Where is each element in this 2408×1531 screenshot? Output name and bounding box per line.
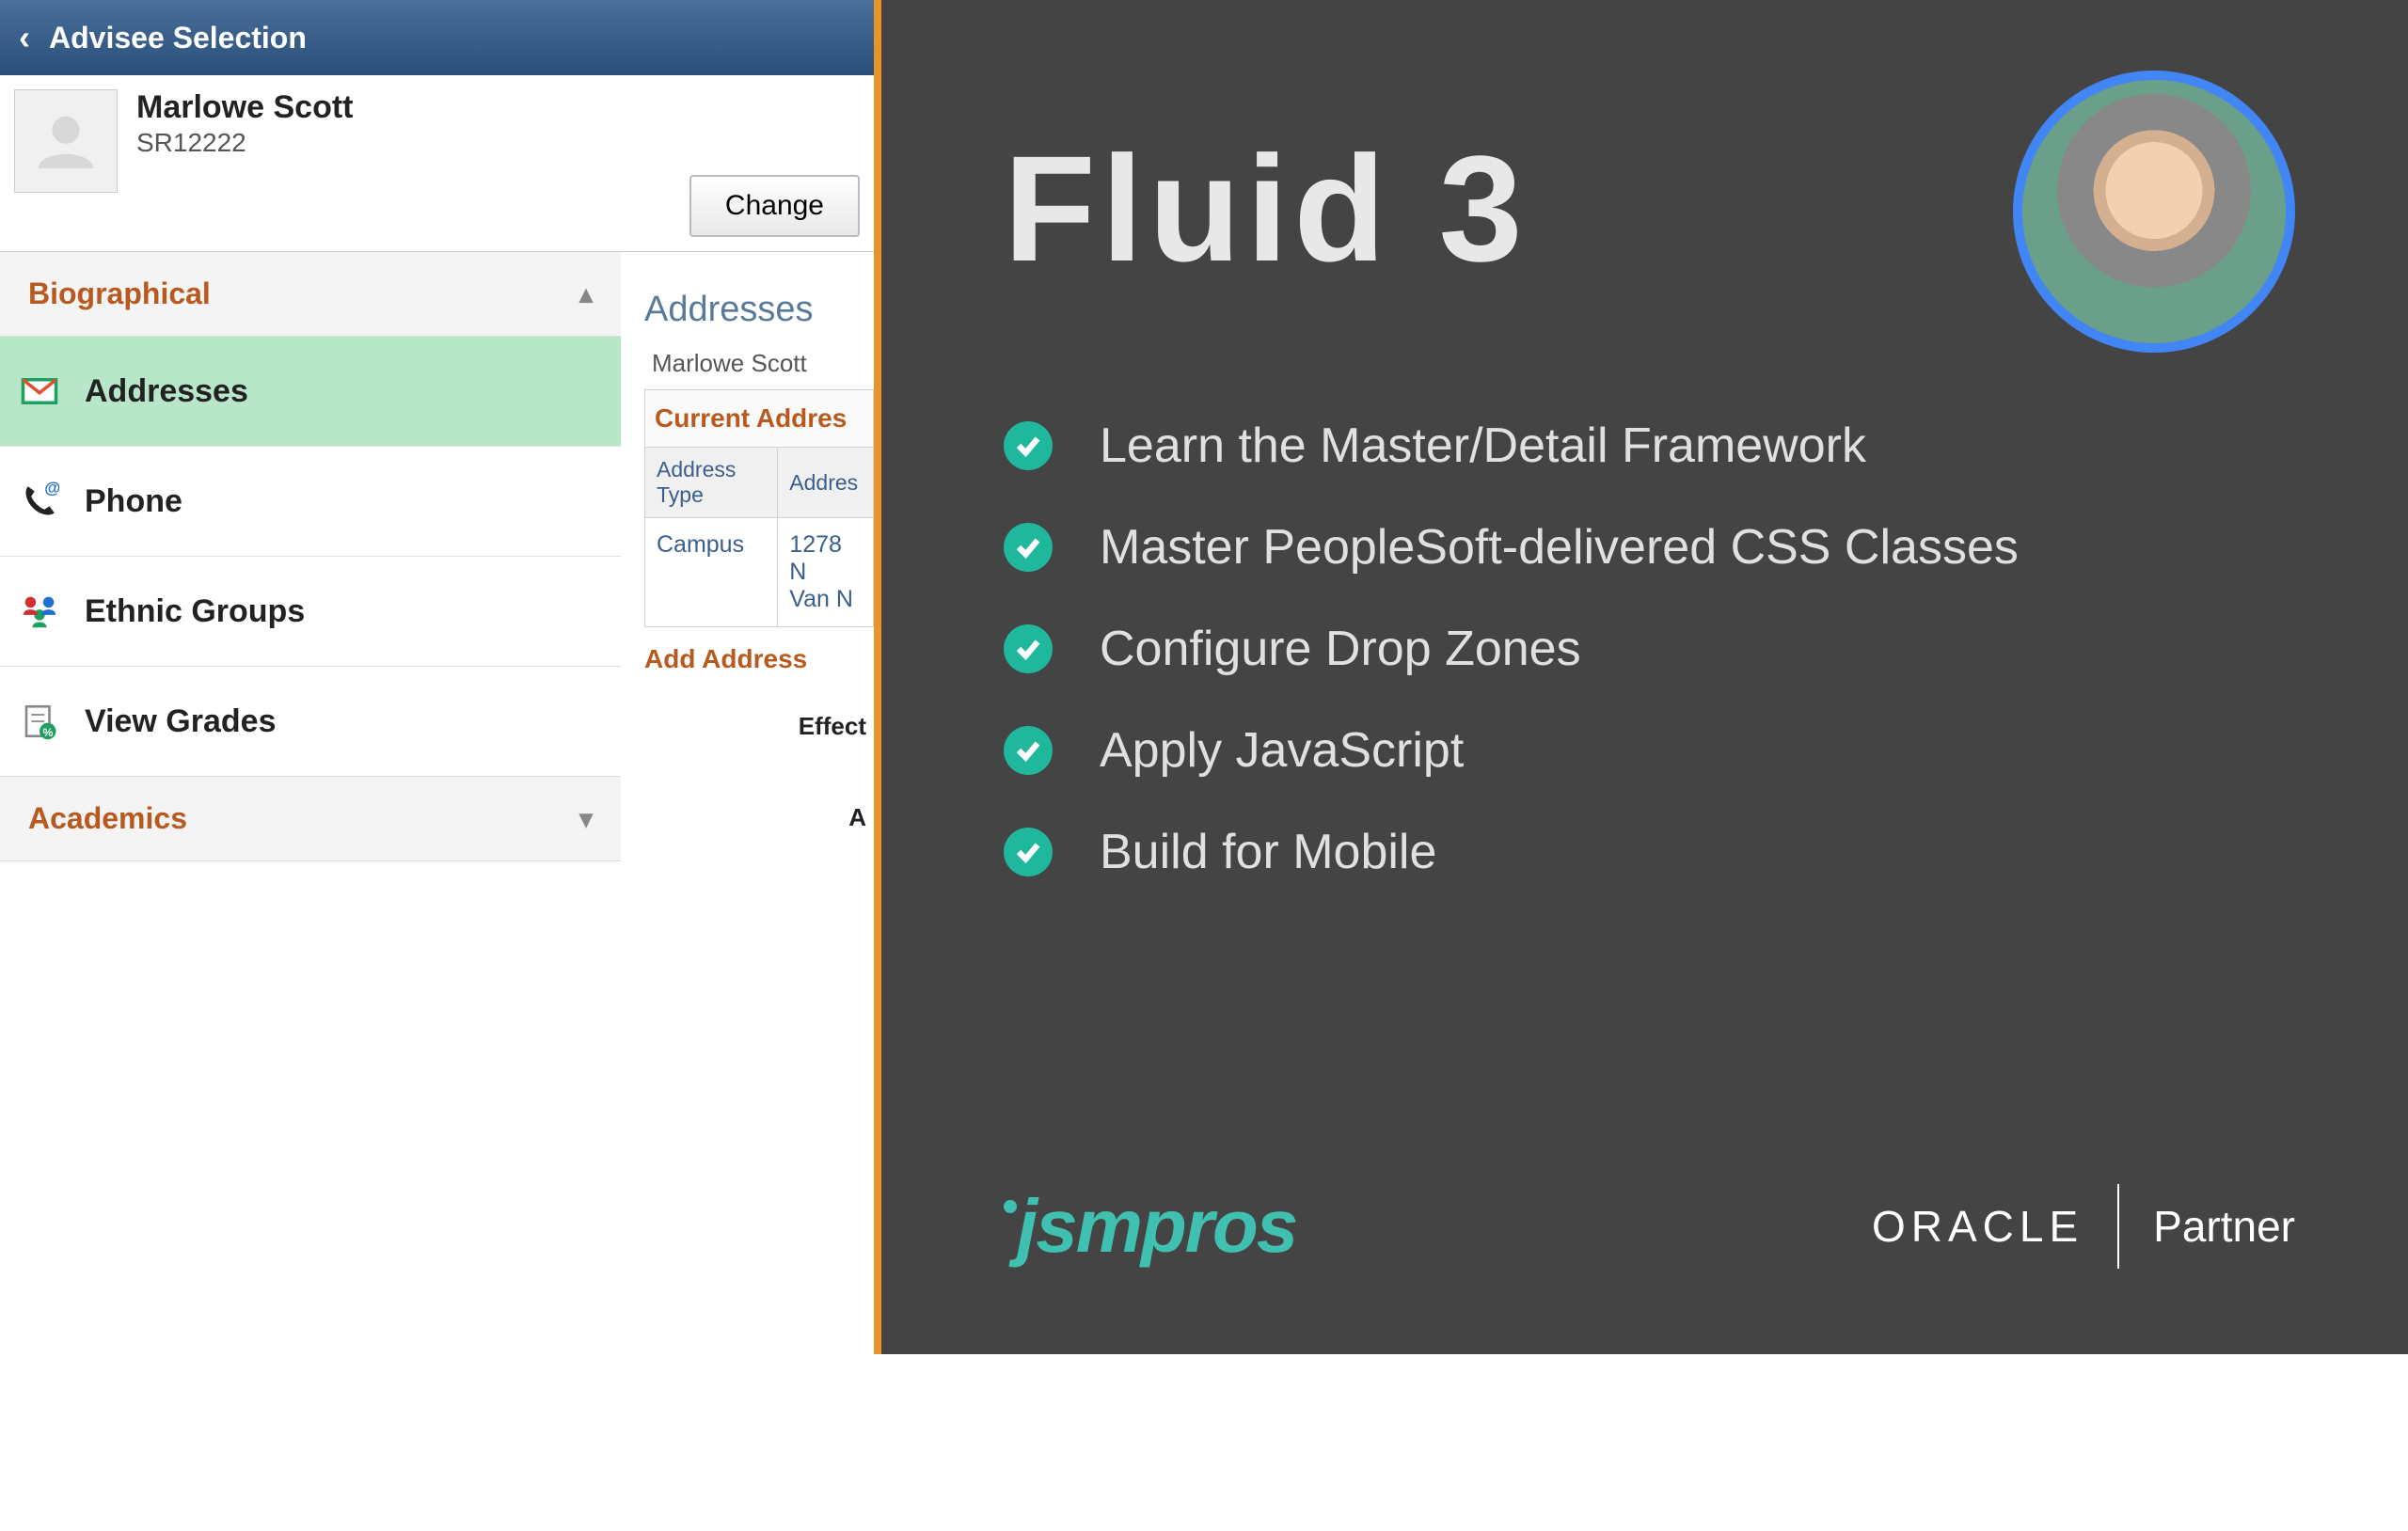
detail-heading: Addresses bbox=[644, 290, 874, 330]
partner-word: Partner bbox=[2153, 1201, 2295, 1252]
bullet-item: Configure Drop Zones bbox=[1004, 621, 2323, 677]
bullet-item: Learn the Master/Detail Framework bbox=[1004, 418, 2323, 474]
sidebar-item-phone[interactable]: @ Phone bbox=[0, 447, 621, 557]
category-biographical[interactable]: Biographical ▴ bbox=[0, 252, 621, 337]
a-label: A bbox=[644, 803, 874, 832]
section-current-addresses: Current Addres bbox=[644, 389, 874, 447]
detail-student-name: Marlowe Scott bbox=[644, 349, 874, 378]
change-button[interactable]: Change bbox=[689, 175, 860, 237]
effective-label: Effect bbox=[644, 712, 874, 741]
nav-addresses-label: Addresses bbox=[85, 373, 248, 410]
cell-address: 1278 N Van N bbox=[778, 518, 874, 627]
svg-text:@: @ bbox=[44, 481, 59, 497]
bullet-item: Apply JavaScript bbox=[1004, 722, 2323, 779]
category-bio-label: Biographical bbox=[28, 276, 211, 311]
oracle-partner-logo: ORACLE Partner bbox=[1872, 1184, 2295, 1269]
phone-icon: @ bbox=[17, 479, 62, 524]
check-icon bbox=[1004, 523, 1053, 572]
student-name: Marlowe Scott bbox=[136, 89, 860, 126]
th-address: Addres bbox=[778, 448, 874, 518]
marketing-slide: Fluid 3 Learn the Master/Detail Framewor… bbox=[881, 0, 2408, 1354]
envelope-icon bbox=[17, 369, 62, 414]
check-icon bbox=[1004, 624, 1053, 673]
chevron-down-icon: ▾ bbox=[579, 803, 593, 834]
people-icon bbox=[17, 589, 62, 634]
add-address-link[interactable]: Add Address bbox=[644, 644, 874, 674]
peoplesoft-panel: ‹ Advisee Selection Marlowe Scott SR1222… bbox=[0, 0, 881, 1354]
category-academics[interactable]: Academics ▾ bbox=[0, 777, 621, 861]
svg-text:%: % bbox=[43, 726, 54, 739]
check-icon bbox=[1004, 726, 1053, 775]
student-id: SR12222 bbox=[136, 128, 860, 158]
nav-ethnic-label: Ethnic Groups bbox=[85, 593, 305, 630]
footer-logos: jsmpros ORACLE Partner bbox=[1004, 1183, 2295, 1270]
addresses-table: Address Type Addres Campus 1278 N Van N bbox=[644, 447, 874, 627]
sidebar: Biographical ▴ Addresses @ Phone Ethnic bbox=[0, 252, 621, 1531]
check-icon bbox=[1004, 828, 1053, 876]
avatar bbox=[14, 89, 118, 193]
check-icon bbox=[1004, 421, 1053, 470]
category-academics-label: Academics bbox=[28, 801, 187, 836]
sidebar-item-addresses[interactable]: Addresses bbox=[0, 337, 621, 447]
divider bbox=[2117, 1184, 2119, 1269]
student-info: Marlowe Scott SR12222 Change bbox=[118, 89, 860, 237]
header-title: Advisee Selection bbox=[49, 21, 307, 55]
header-bar[interactable]: ‹ Advisee Selection bbox=[0, 0, 874, 75]
sidebar-item-ethnic[interactable]: Ethnic Groups bbox=[0, 557, 621, 667]
jsmpros-logo: jsmpros bbox=[1004, 1183, 1296, 1270]
nav-phone-label: Phone bbox=[85, 483, 182, 520]
chevron-up-icon: ▴ bbox=[579, 278, 593, 309]
bullet-item: Build for Mobile bbox=[1004, 824, 2323, 880]
table-row[interactable]: Campus 1278 N Van N bbox=[645, 518, 874, 627]
th-address-type: Address Type bbox=[645, 448, 778, 518]
student-card: Marlowe Scott SR12222 Change bbox=[0, 75, 874, 252]
grades-icon: % bbox=[17, 699, 62, 744]
back-icon[interactable]: ‹ bbox=[19, 18, 30, 57]
bullet-item: Master PeopleSoft-delivered CSS Classes bbox=[1004, 519, 2323, 576]
sidebar-item-grades[interactable]: % View Grades bbox=[0, 667, 621, 777]
oracle-wordmark: ORACLE bbox=[1872, 1201, 2083, 1252]
nav-grades-label: View Grades bbox=[85, 703, 277, 740]
cell-address-type[interactable]: Campus bbox=[645, 518, 778, 627]
detail-area: Addresses Marlowe Scott Current Addres A… bbox=[621, 252, 874, 1531]
presenter-headshot bbox=[2013, 71, 2295, 353]
bullet-list: Learn the Master/Detail Framework Master… bbox=[1004, 418, 2323, 880]
